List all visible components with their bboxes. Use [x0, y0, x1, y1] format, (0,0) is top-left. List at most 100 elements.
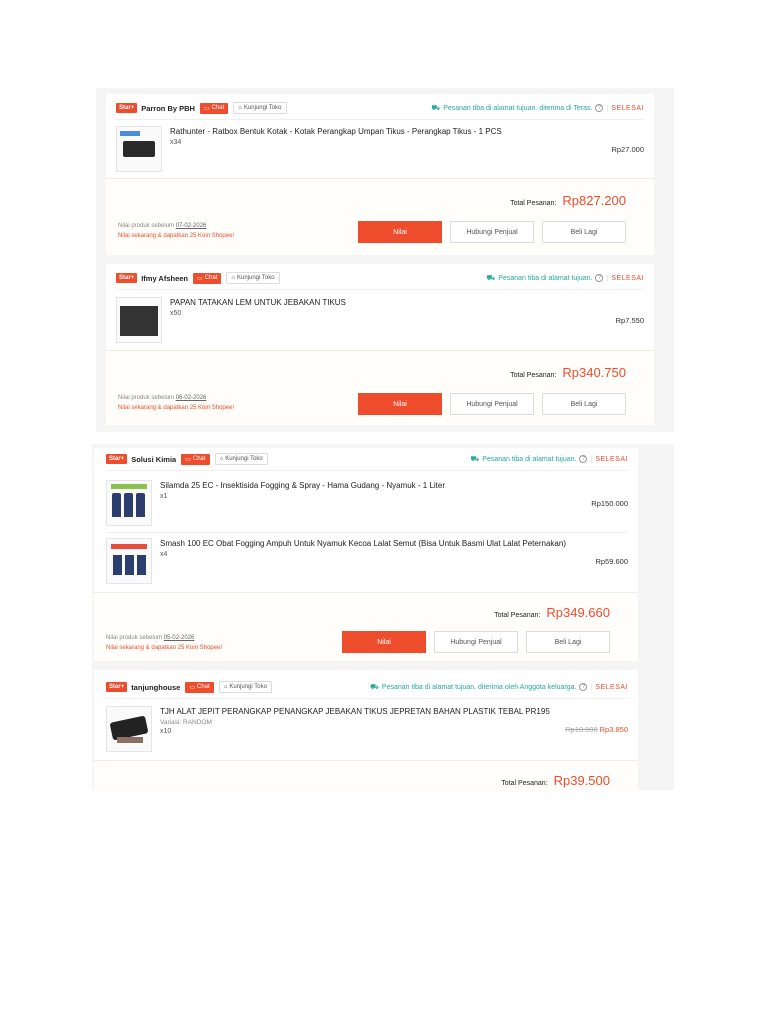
buy-again-button[interactable]: Beli Lagi	[542, 393, 626, 415]
product-qty: x50	[170, 310, 182, 317]
order-card: Star+ Solusi Kimia ▭ Chat ⌂ Kunjungi Toko …	[94, 448, 638, 661]
rate-button[interactable]: Nilai	[342, 631, 426, 653]
total-amount: Rp340.750	[562, 365, 626, 380]
order-total: Total Pesanan: Rp39.500	[501, 773, 610, 788]
rating-promo: Nilai sekarang & dapatkan 25 Koin Shopee…	[106, 645, 223, 651]
rating-deadline: 07-02-2026	[175, 223, 207, 229]
buy-again-button[interactable]: Beli Lagi	[526, 631, 610, 653]
screenshot-lower: Star+ Solusi Kimia ▭ Chat ⌂ Kunjungi Toko …	[92, 444, 674, 791]
product-price: Rp59.600	[595, 556, 628, 566]
status-badge: SELESAI	[595, 455, 628, 463]
order-card: Star+ tanjunghouse ▭ Chat ⌂ Kunjungi Toko …	[94, 670, 638, 791]
product-name: Silamda 25 EC - Insektisida Fogging & Sp…	[160, 481, 446, 490]
order-card: Star+ Parron By PBH ▭ Chat ⌂ Kunjungi Toko…	[106, 94, 654, 255]
total-amount: Rp39.500	[553, 773, 610, 788]
delivery-status: ⛟ Pesanan tiba di alamat tujuan. ? | SEL…	[470, 455, 628, 464]
status-badge: SELESAI	[611, 104, 644, 112]
mall-badge: Star+	[116, 273, 138, 283]
chat-icon: ▭	[197, 275, 203, 282]
visit-store-button[interactable]: ⌂ Kunjungi Toko	[226, 272, 280, 284]
product-image	[106, 706, 152, 752]
product-variant: Variasi: RANDOM	[160, 719, 212, 726]
status-text[interactable]: Pesanan tiba di alamat tujuan.	[498, 275, 592, 282]
shop-name[interactable]: Solusi Kimia	[131, 455, 176, 464]
order-actions: Nilai Hubungi Penjual Beli Lagi	[358, 221, 626, 243]
mall-badge: Star+	[106, 454, 128, 464]
total-label: Total Pesanan:	[510, 372, 557, 379]
chat-icon: ▭	[189, 684, 196, 691]
rating-note: Nilai produk sebelum 05-02-2026 Nilai se…	[106, 635, 223, 651]
screenshot-upper: Star+ Parron By PBH ▭ Chat ⌂ Kunjungi Toko…	[96, 88, 674, 432]
order-header: Star+ Ifmy Afsheen ▭ Chat ⌂ Kunjungi Toko …	[116, 267, 644, 290]
store-icon: ⌂	[219, 456, 224, 462]
product-qty: x34	[170, 139, 182, 146]
visit-store-button[interactable]: ⌂ Kunjungi Toko	[233, 102, 287, 114]
chat-button[interactable]: ▭ Chat	[181, 453, 210, 465]
rate-button[interactable]: Nilai	[358, 221, 442, 243]
rating-note: Nilai produk sebelum 07-02-2026 Nilai se…	[118, 223, 235, 239]
status-text[interactable]: Pesanan tiba di alamat tujuan.	[482, 456, 576, 463]
product-image	[106, 480, 152, 526]
help-icon[interactable]: ?	[579, 683, 588, 691]
rating-note: Nilai produk sebelum 06-02-2026 Nilai se…	[118, 395, 235, 411]
product-name: TJH ALAT JEPIT PERANGKAP PENANGKAP JEBAK…	[160, 707, 550, 716]
help-icon[interactable]: ?	[595, 274, 604, 282]
shop-name[interactable]: Ifmy Afsheen	[141, 274, 188, 283]
chat-button[interactable]: ▭ Chat	[185, 681, 214, 693]
truck-icon: ⛟	[486, 274, 496, 282]
rating-deadline: 05-02-2026	[163, 635, 195, 641]
product-price: Rp10.000 Rp3.850	[565, 725, 628, 734]
shop-name[interactable]: tanjunghouse	[131, 683, 180, 692]
chat-button[interactable]: ▭ Chat	[199, 102, 229, 114]
order-item[interactable]: TJH ALAT JEPIT PERANGKAP PENANGKAP JEBAK…	[106, 706, 628, 752]
mall-badge: Star+	[116, 103, 138, 113]
order-total: Total Pesanan: Rp340.750	[510, 365, 626, 380]
order-footer: Total Pesanan: Rp39.500	[94, 760, 638, 791]
order-item[interactable]: Smash 100 EC Obat Fogging Ampuh Untuk Ny…	[106, 538, 628, 584]
product-price: Rp7.550	[615, 315, 644, 325]
order-item[interactable]: Silamda 25 EC - Insektisida Fogging & Sp…	[106, 480, 628, 526]
order-header: Star+ tanjunghouse ▭ Chat ⌂ Kunjungi Toko …	[106, 676, 628, 699]
order-footer: Total Pesanan: Rp827.200 Nilai produk se…	[106, 178, 654, 255]
sale-price: Rp3.850	[599, 724, 628, 734]
visit-store-button[interactable]: ⌂ Kunjungi Toko	[218, 681, 272, 693]
store-icon: ⌂	[231, 275, 235, 281]
order-footer: Total Pesanan: Rp340.750 Nilai produk se…	[106, 350, 654, 425]
order-header: Star+ Parron By PBH ▭ Chat ⌂ Kunjungi Toko…	[116, 97, 644, 120]
help-icon[interactable]: ?	[595, 104, 604, 112]
shop-name[interactable]: Parron By PBH	[141, 104, 195, 113]
contact-seller-button[interactable]: Hubungi Penjual	[450, 221, 534, 243]
help-icon[interactable]: ?	[579, 455, 588, 463]
rating-promo: Nilai sekarang & dapatkan 25 Koin Shopee…	[118, 405, 235, 411]
rate-button[interactable]: Nilai	[358, 393, 442, 415]
order-total: Total Pesanan: Rp827.200	[510, 193, 626, 208]
status-text[interactable]: Pesanan tiba di alamat tujuan. diterima …	[443, 105, 592, 112]
divider: |	[606, 104, 609, 112]
visit-store-button[interactable]: ⌂ Kunjungi Toko	[214, 453, 268, 465]
original-price: Rp10.000	[565, 724, 598, 734]
divider: |	[606, 274, 609, 282]
product-name: PAPAN TATAKAN LEM UNTUK JEBAKAN TIKUS	[170, 298, 346, 307]
contact-seller-button[interactable]: Hubungi Penjual	[450, 393, 534, 415]
product-price: Rp150.000	[591, 498, 628, 508]
divider: |	[590, 683, 593, 691]
product-qty: x4	[160, 551, 168, 558]
divider: |	[590, 455, 593, 463]
order-footer: Total Pesanan: Rp349.660 Nilai produk se…	[94, 592, 638, 661]
delivery-status: ⛟ Pesanan tiba di alamat tujuan. diterim…	[370, 683, 628, 692]
order-item[interactable]: PAPAN TATAKAN LEM UNTUK JEBAKAN TIKUS x5…	[116, 297, 644, 343]
product-qty: x10	[160, 728, 172, 735]
status-text[interactable]: Pesanan tiba di alamat tujuan. diterima …	[382, 684, 577, 691]
store-icon: ⌂	[238, 105, 242, 111]
mall-badge: Star+	[106, 682, 128, 692]
total-amount: Rp827.200	[562, 193, 626, 208]
chat-icon: ▭	[185, 456, 191, 463]
order-item[interactable]: Rathunter - Ratbox Bentuk Kotak - Kotak …	[116, 126, 644, 172]
status-badge: SELESAI	[595, 683, 628, 691]
chat-button[interactable]: ▭ Chat	[193, 272, 222, 284]
store-icon: ⌂	[223, 684, 228, 690]
truck-icon: ⛟	[370, 683, 379, 691]
buy-again-button[interactable]: Beli Lagi	[542, 221, 626, 243]
status-badge: SELESAI	[611, 274, 644, 282]
contact-seller-button[interactable]: Hubungi Penjual	[434, 631, 518, 653]
